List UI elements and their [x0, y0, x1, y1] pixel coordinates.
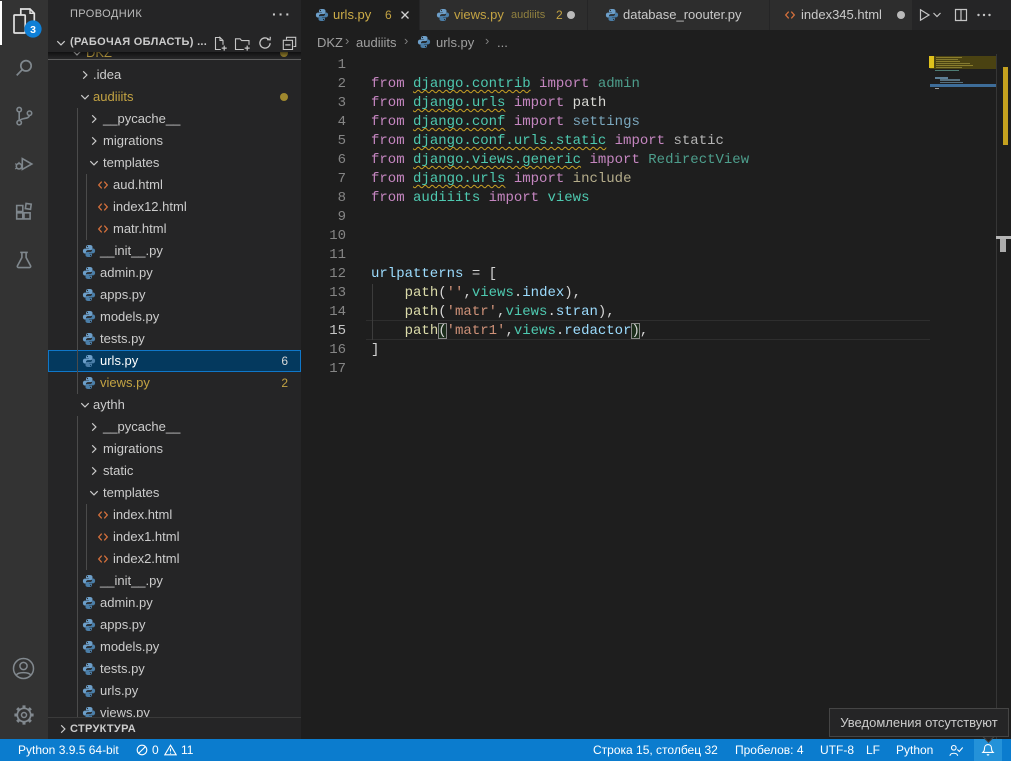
svg-text:3: 3 [30, 24, 36, 36]
